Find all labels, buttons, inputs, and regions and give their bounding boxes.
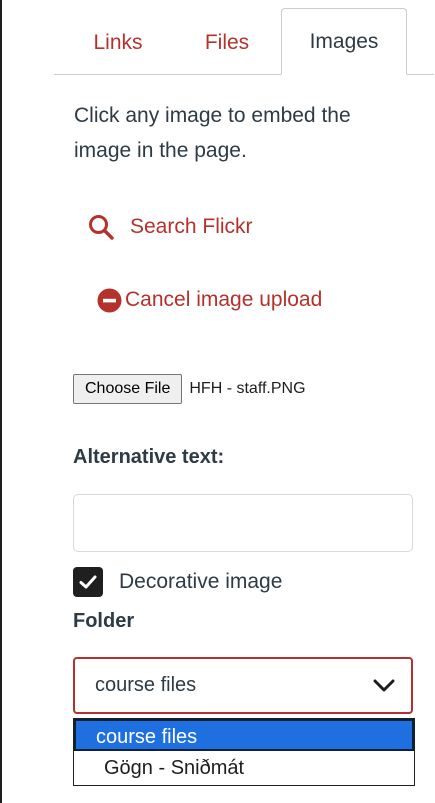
search-flickr-label: Search Flickr: [130, 215, 253, 238]
search-flickr-link[interactable]: Search Flickr: [88, 210, 253, 244]
tab-bar: Links Files Images: [54, 8, 435, 76]
alternative-text-label: Alternative text:: [73, 446, 225, 468]
folder-dropdown-list: course files Gögn - Sniðmát: [73, 718, 415, 786]
editor-sidebar-panel: Links Files Images Click any image to em…: [0, 0, 434, 803]
cancel-image-upload-label: Cancel image upload: [125, 288, 323, 311]
decorative-image-label: Decorative image: [119, 570, 283, 593]
decorative-image-checkbox[interactable]: [73, 567, 103, 597]
tab-images[interactable]: Images: [281, 8, 407, 75]
cancel-image-upload-link[interactable]: Cancel image upload: [97, 284, 322, 316]
folder-select[interactable]: course files: [73, 657, 413, 714]
selected-file-name: HFH - staff.PNG: [189, 380, 306, 397]
tab-links[interactable]: Links: [78, 10, 158, 76]
folder-label: Folder: [73, 610, 135, 632]
choose-file-button[interactable]: Choose File: [73, 374, 183, 404]
images-instructions: Click any image to embed the image in th…: [74, 104, 351, 162]
chevron-down-icon: [373, 679, 395, 691]
minus-circle-icon: [97, 288, 122, 312]
alternative-text-input[interactable]: [73, 494, 413, 552]
folder-option-course-files[interactable]: course files: [74, 719, 414, 751]
search-icon: [89, 215, 114, 240]
file-upload-row: Choose File HFH - staff.PNG: [73, 373, 306, 405]
decorative-image-checkbox-row[interactable]: Decorative image: [73, 566, 282, 598]
tab-files[interactable]: Files: [188, 10, 266, 76]
folder-select-value: course files: [95, 674, 197, 696]
checkmark-icon: [79, 575, 97, 589]
folder-option-gogn-snidmat[interactable]: Gögn - Sniðmát: [74, 752, 414, 784]
